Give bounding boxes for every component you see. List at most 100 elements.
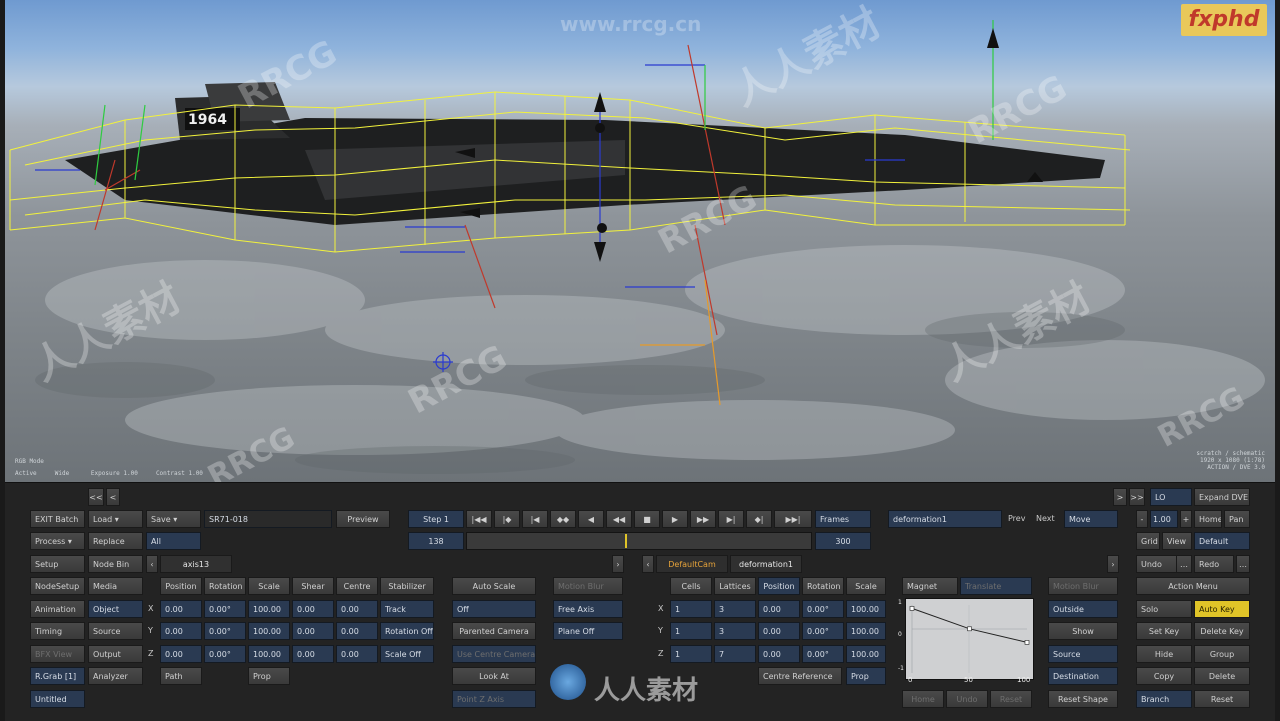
scroll-right-button[interactable]: > bbox=[1113, 488, 1127, 506]
end-frame-field[interactable]: 300 bbox=[815, 532, 871, 550]
key-toggle-button[interactable]: ◆◆ bbox=[550, 510, 576, 528]
all-field[interactable]: All bbox=[146, 532, 201, 550]
scale-off-field[interactable]: Scale Off bbox=[380, 645, 434, 663]
fast-forward-button[interactable]: ▶▶ bbox=[690, 510, 716, 528]
look-at-button[interactable]: Look At bbox=[452, 667, 536, 685]
graph-home-button[interactable]: Home bbox=[902, 690, 944, 708]
position-header[interactable]: Position bbox=[160, 577, 202, 595]
position-y-field[interactable]: 0.00 bbox=[160, 622, 202, 640]
scale-y-field[interactable]: 100.00 bbox=[248, 622, 290, 640]
action-viewport[interactable]: 1964 fxphd www.rrcg.cn RRCG 人人素材 RRCG 人人… bbox=[5, 0, 1275, 482]
expand-dve-button[interactable]: Expand DVE bbox=[1194, 488, 1250, 506]
plane-off-field[interactable]: Plane Off bbox=[553, 622, 623, 640]
reset-button[interactable]: Reset bbox=[1194, 690, 1250, 708]
deform-rotation-x-field[interactable]: 0.00° bbox=[802, 600, 844, 618]
tab-scroll-left-button[interactable]: ‹ bbox=[642, 555, 654, 573]
cells-x-field[interactable]: 1 bbox=[670, 600, 712, 618]
deform-prop-field[interactable]: Prop bbox=[846, 667, 886, 685]
scroll-left-fast-button[interactable]: << bbox=[88, 488, 104, 506]
rotation-y-field[interactable]: 0.00° bbox=[204, 622, 246, 640]
shear-z-field[interactable]: 0.00 bbox=[292, 645, 334, 663]
set-key-button[interactable]: Set Key bbox=[1136, 622, 1192, 640]
media-button[interactable]: Media bbox=[88, 577, 143, 595]
next-key-button[interactable]: ◆| bbox=[746, 510, 772, 528]
play-reverse-button[interactable]: ◀ bbox=[578, 510, 604, 528]
redo-list-button[interactable]: … bbox=[1236, 555, 1250, 573]
deform-scale-z-field[interactable]: 100.00 bbox=[846, 645, 886, 663]
path-button[interactable]: Path bbox=[160, 667, 202, 685]
lattices-header[interactable]: Lattices bbox=[714, 577, 756, 595]
position-z-field[interactable]: 0.00 bbox=[160, 645, 202, 663]
use-centre-camera-button[interactable]: Use Centre Camera bbox=[452, 645, 536, 663]
prev-button[interactable]: Prev bbox=[1008, 510, 1025, 528]
grid-button[interactable]: Grid bbox=[1136, 532, 1160, 550]
output-button[interactable]: Output bbox=[88, 645, 143, 663]
solo-button[interactable]: Solo bbox=[1136, 600, 1192, 618]
free-axis-field[interactable]: Free Axis bbox=[553, 600, 623, 618]
deform-rotation-y-field[interactable]: 0.00° bbox=[802, 622, 844, 640]
node-bin-button[interactable]: Node Bin bbox=[88, 555, 143, 573]
cells-z-field[interactable]: 1 bbox=[670, 645, 712, 663]
lattices-y-field[interactable]: 3 bbox=[714, 622, 756, 640]
auto-key-button[interactable]: Auto Key bbox=[1194, 600, 1250, 618]
scale-x-field[interactable]: 100.00 bbox=[248, 600, 290, 618]
magnet-button[interactable]: Magnet bbox=[902, 577, 958, 595]
current-frame-field[interactable]: 138 bbox=[408, 532, 464, 550]
pan-button[interactable]: Pan bbox=[1224, 510, 1250, 528]
step-field[interactable]: Step 1 bbox=[408, 510, 464, 528]
show-button[interactable]: Show bbox=[1048, 622, 1118, 640]
outside-field[interactable]: Outside bbox=[1048, 600, 1118, 618]
default-field[interactable]: Default bbox=[1194, 532, 1250, 550]
deform-scale-y-field[interactable]: 100.00 bbox=[846, 622, 886, 640]
prev-key-button[interactable]: |◆ bbox=[494, 510, 520, 528]
lattices-z-field[interactable]: 7 bbox=[714, 645, 756, 663]
setup-name-field[interactable]: SR71-018 bbox=[204, 510, 332, 528]
centre-y-field[interactable]: 0.00 bbox=[336, 622, 378, 640]
shear-header[interactable]: Shear bbox=[292, 577, 334, 595]
translate-field[interactable]: Translate bbox=[960, 577, 1032, 595]
undo-list-button[interactable]: … bbox=[1176, 555, 1192, 573]
lo-field[interactable]: LO bbox=[1150, 488, 1192, 506]
tab-scroll-left-button[interactable]: ‹ bbox=[146, 555, 158, 573]
stabilizer-header[interactable]: Stabilizer bbox=[380, 577, 434, 595]
motion-blur-button[interactable]: Motion Blur bbox=[553, 577, 623, 595]
home-button[interactable]: Home bbox=[1194, 510, 1222, 528]
group-button[interactable]: Group bbox=[1194, 645, 1250, 663]
source-field[interactable]: Source bbox=[1048, 645, 1118, 663]
load-button[interactable]: Load ▾ bbox=[88, 510, 143, 528]
auto-scale-button[interactable]: Auto Scale bbox=[452, 577, 536, 595]
lattices-x-field[interactable]: 3 bbox=[714, 600, 756, 618]
rotation-x-field[interactable]: 0.00° bbox=[204, 600, 246, 618]
object-button[interactable]: Object bbox=[88, 600, 143, 618]
centre-x-field[interactable]: 0.00 bbox=[336, 600, 378, 618]
off-field[interactable]: Off bbox=[452, 600, 536, 618]
deform-position-x-field[interactable]: 0.00 bbox=[758, 600, 800, 618]
cells-header[interactable]: Cells bbox=[670, 577, 712, 595]
process-button[interactable]: Process ▾ bbox=[30, 532, 85, 550]
falloff-graph[interactable] bbox=[905, 598, 1034, 680]
rotation-z-field[interactable]: 0.00° bbox=[204, 645, 246, 663]
analyzer-button[interactable]: Analyzer bbox=[88, 667, 143, 685]
action-menu-button[interactable]: Action Menu bbox=[1136, 577, 1250, 595]
curve-keypoint[interactable] bbox=[967, 626, 972, 632]
scale-header[interactable]: Scale bbox=[248, 577, 290, 595]
deform-scale-x-field[interactable]: 100.00 bbox=[846, 600, 886, 618]
rewind-button[interactable]: ◀◀ bbox=[606, 510, 632, 528]
point-z-axis-button[interactable]: Point Z Axis bbox=[452, 690, 536, 708]
node-name-field[interactable]: deformation1 bbox=[888, 510, 1002, 528]
next-frame-button[interactable]: ▶| bbox=[718, 510, 744, 528]
curve-keypoint[interactable] bbox=[1024, 640, 1030, 645]
bfx-view-button[interactable]: BFX View bbox=[30, 645, 85, 663]
delete-key-button[interactable]: Delete Key bbox=[1194, 622, 1250, 640]
centre-z-field[interactable]: 0.00 bbox=[336, 645, 378, 663]
source-button[interactable]: Source bbox=[88, 622, 143, 640]
curve-keypoint[interactable] bbox=[909, 606, 915, 611]
prop-button[interactable]: Prop bbox=[248, 667, 290, 685]
scale-z-field[interactable]: 100.00 bbox=[248, 645, 290, 663]
redo-button[interactable]: Redo bbox=[1194, 555, 1234, 573]
rotation-off-field[interactable]: Rotation Off bbox=[380, 622, 434, 640]
prev-frame-button[interactable]: |◀ bbox=[522, 510, 548, 528]
track-field[interactable]: Track bbox=[380, 600, 434, 618]
parented-camera-button[interactable]: Parented Camera bbox=[452, 622, 536, 640]
preview-button[interactable]: Preview bbox=[336, 510, 390, 528]
